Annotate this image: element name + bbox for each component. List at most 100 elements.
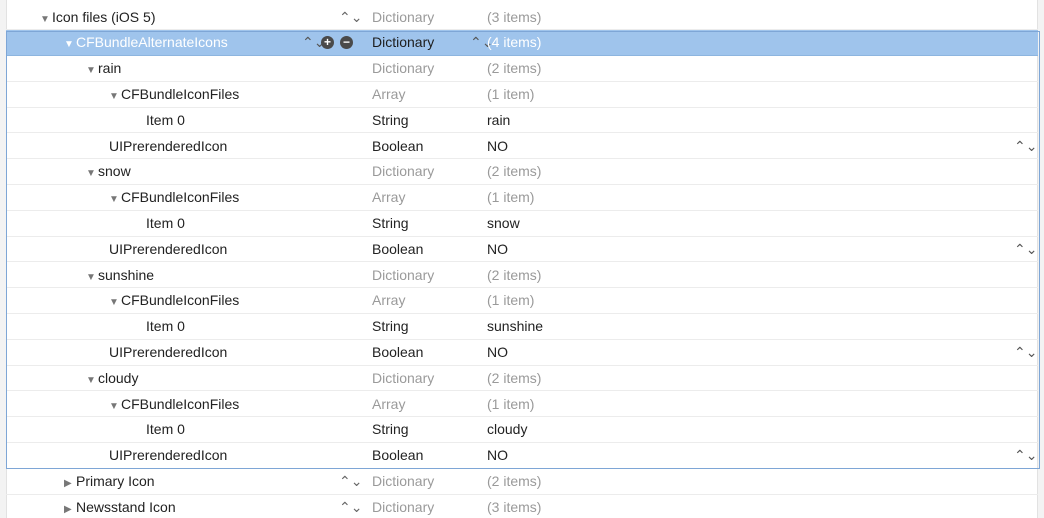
row-key[interactable]: UIPrerenderedIcon bbox=[109, 134, 227, 159]
add-circle-icon[interactable]: + bbox=[321, 36, 334, 50]
row-value[interactable]: (1 item) bbox=[487, 392, 534, 417]
row-type[interactable]: Array bbox=[372, 288, 405, 313]
row-key[interactable]: Item 0 bbox=[146, 417, 185, 442]
row-value[interactable]: cloudy bbox=[487, 417, 527, 442]
row-type[interactable]: Dictionary bbox=[372, 56, 434, 81]
disclosure-expanded-icon[interactable]: ▼ bbox=[40, 7, 52, 32]
plist-row[interactable]: ▼ cloudy Dictionary (2 items) bbox=[6, 366, 1038, 392]
row-key[interactable]: ▼ CFBundleIconFiles bbox=[109, 82, 239, 109]
row-type[interactable]: Boolean bbox=[372, 443, 423, 468]
row-value[interactable]: (2 items) bbox=[487, 366, 541, 391]
row-type[interactable]: Dictionary bbox=[372, 263, 434, 288]
row-value[interactable]: NO bbox=[487, 134, 508, 159]
row-key[interactable]: UIPrerenderedIcon bbox=[109, 443, 227, 468]
row-key[interactable]: UIPrerenderedIcon bbox=[109, 237, 227, 262]
row-value[interactable]: NO bbox=[487, 237, 508, 262]
row-value[interactable]: NO bbox=[487, 340, 508, 365]
disclosure-collapsed-icon[interactable]: ▶ bbox=[64, 497, 76, 518]
key-up-down-stepper-icon[interactable]: ⌃⌄ bbox=[339, 5, 362, 30]
disclosure-expanded-icon[interactable]: ▼ bbox=[86, 58, 98, 83]
disclosure-expanded-icon[interactable]: ▼ bbox=[86, 368, 98, 393]
row-key[interactable]: Item 0 bbox=[146, 211, 185, 236]
row-value[interactable]: (2 items) bbox=[487, 263, 541, 288]
plist-row[interactable]: ▼ rain Dictionary (2 items) bbox=[6, 56, 1038, 82]
row-value[interactable]: (1 item) bbox=[487, 288, 534, 313]
plist-row[interactable]: ▼ snow Dictionary (2 items) bbox=[6, 159, 1038, 186]
row-type[interactable]: String bbox=[372, 314, 409, 339]
disclosure-expanded-icon[interactable]: ▼ bbox=[64, 32, 76, 57]
plist-row[interactable]: ▼ CFBundleIconFiles Array (1 item) bbox=[6, 185, 1038, 211]
row-key[interactable]: ▼ CFBundleIconFiles bbox=[109, 288, 239, 315]
row-value[interactable]: (2 items) bbox=[487, 159, 541, 184]
row-key[interactable]: ▼ CFBundleIconFiles bbox=[109, 185, 239, 212]
plist-row[interactable]: UIPrerenderedIcon Boolean NO ⌃⌄ bbox=[6, 134, 1038, 160]
key-up-down-stepper-icon[interactable]: ⌃⌄ bbox=[339, 495, 362, 518]
disclosure-expanded-icon[interactable]: ▼ bbox=[109, 394, 121, 419]
row-type[interactable]: String bbox=[372, 417, 409, 442]
row-key[interactable]: Item 0 bbox=[146, 314, 185, 339]
row-key[interactable]: ▼ CFBundleAlternateIcons bbox=[64, 30, 228, 57]
plist-row[interactable]: ▼ sunshine Dictionary (2 items) bbox=[6, 263, 1038, 289]
row-type[interactable]: String bbox=[372, 211, 409, 236]
plist-row[interactable]: UIPrerenderedIcon Boolean NO ⌃⌄ bbox=[6, 340, 1038, 366]
plist-row[interactable]: Item 0 String rain bbox=[6, 108, 1038, 134]
row-value[interactable]: (4 items) bbox=[487, 30, 541, 55]
plist-row[interactable]: ▼ Icon files (iOS 5) ⌃⌄ Dictionary (3 items) bbox=[6, 5, 1038, 31]
key-up-down-stepper-icon[interactable]: ⌃⌄ bbox=[339, 469, 362, 494]
remove-circle-icon[interactable]: − bbox=[340, 36, 353, 50]
row-key[interactable]: ▼ rain bbox=[86, 56, 121, 83]
row-value[interactable]: rain bbox=[487, 108, 510, 133]
row-value[interactable]: NO bbox=[487, 443, 508, 468]
plist-row[interactable]: UIPrerenderedIcon Boolean NO ⌃⌄ bbox=[6, 443, 1038, 469]
value-up-down-stepper-icon[interactable]: ⌃⌄ bbox=[1014, 443, 1037, 468]
row-value[interactable]: (2 items) bbox=[487, 56, 541, 81]
plist-row[interactable]: ▼ CFBundleIconFiles Array (1 item) bbox=[6, 288, 1038, 315]
row-key[interactable]: Item 0 bbox=[146, 108, 185, 133]
disclosure-expanded-icon[interactable]: ▼ bbox=[109, 290, 121, 315]
row-key[interactable]: ▶ Primary Icon bbox=[64, 469, 155, 496]
plist-row[interactable]: ▼ CFBundleAlternateIcons ⌃⌄ + − Dictionary ⌃⌄(… bbox=[6, 30, 1038, 57]
row-type[interactable]: Dictionary bbox=[372, 159, 434, 184]
value-up-down-stepper-icon[interactable]: ⌃⌄ bbox=[1014, 134, 1037, 159]
row-key[interactable]: ▼ sunshine bbox=[86, 263, 154, 290]
row-type[interactable]: Array bbox=[372, 185, 405, 210]
value-up-down-stepper-icon[interactable]: ⌃⌄ bbox=[1014, 237, 1037, 262]
row-type[interactable]: Boolean bbox=[372, 340, 423, 365]
plist-row[interactable]: ▶ Newsstand Icon ⌃⌄ Dictionary (3 items) bbox=[6, 495, 1038, 518]
row-type[interactable]: Dictionary bbox=[372, 366, 434, 391]
plist-row[interactable]: Item 0 String cloudy bbox=[6, 417, 1038, 444]
disclosure-expanded-icon[interactable]: ▼ bbox=[109, 84, 121, 109]
value-up-down-stepper-icon[interactable]: ⌃⌄ bbox=[1014, 340, 1037, 365]
row-value[interactable]: (1 item) bbox=[487, 82, 534, 107]
disclosure-expanded-icon[interactable]: ▼ bbox=[86, 161, 98, 186]
row-type[interactable]: Dictionary bbox=[372, 30, 434, 55]
plist-row[interactable]: Item 0 String sunshine bbox=[6, 314, 1038, 340]
row-type[interactable]: Dictionary bbox=[372, 495, 434, 518]
row-key[interactable]: ▼ Icon files (iOS 5) bbox=[40, 5, 155, 32]
row-key[interactable]: ▶ Newsstand Icon bbox=[64, 495, 176, 518]
plist-row[interactable]: ▼ CFBundleIconFiles Array (1 item) bbox=[6, 392, 1038, 418]
row-type[interactable]: Array bbox=[372, 392, 405, 417]
row-value[interactable]: (1 item) bbox=[487, 185, 534, 210]
row-key[interactable]: ▼ snow bbox=[86, 159, 131, 186]
disclosure-expanded-icon[interactable]: ▼ bbox=[109, 187, 121, 212]
row-type[interactable]: Dictionary bbox=[372, 469, 434, 494]
row-type[interactable]: Boolean bbox=[372, 237, 423, 262]
plist-row[interactable]: ▶ Primary Icon ⌃⌄ Dictionary (2 items) bbox=[6, 469, 1038, 495]
row-type[interactable]: Array bbox=[372, 82, 405, 107]
plist-row[interactable]: Item 0 String snow bbox=[6, 211, 1038, 237]
row-key[interactable]: ▼ CFBundleIconFiles bbox=[109, 392, 239, 419]
row-value[interactable]: snow bbox=[487, 211, 520, 236]
row-value[interactable]: (3 items) bbox=[487, 5, 541, 30]
plist-row[interactable]: ▼ CFBundleIconFiles Array (1 item) bbox=[6, 82, 1038, 108]
row-type[interactable]: String bbox=[372, 108, 409, 133]
row-type[interactable]: Boolean bbox=[372, 134, 423, 159]
plist-row[interactable]: UIPrerenderedIcon Boolean NO ⌃⌄ bbox=[6, 237, 1038, 263]
row-value[interactable]: (3 items) bbox=[487, 495, 541, 518]
disclosure-expanded-icon[interactable]: ▼ bbox=[86, 265, 98, 290]
row-key[interactable]: UIPrerenderedIcon bbox=[109, 340, 227, 365]
row-value[interactable]: (2 items) bbox=[487, 469, 541, 494]
row-key[interactable]: ▼ cloudy bbox=[86, 366, 138, 393]
row-value[interactable]: sunshine bbox=[487, 314, 543, 339]
disclosure-collapsed-icon[interactable]: ▶ bbox=[64, 471, 76, 496]
